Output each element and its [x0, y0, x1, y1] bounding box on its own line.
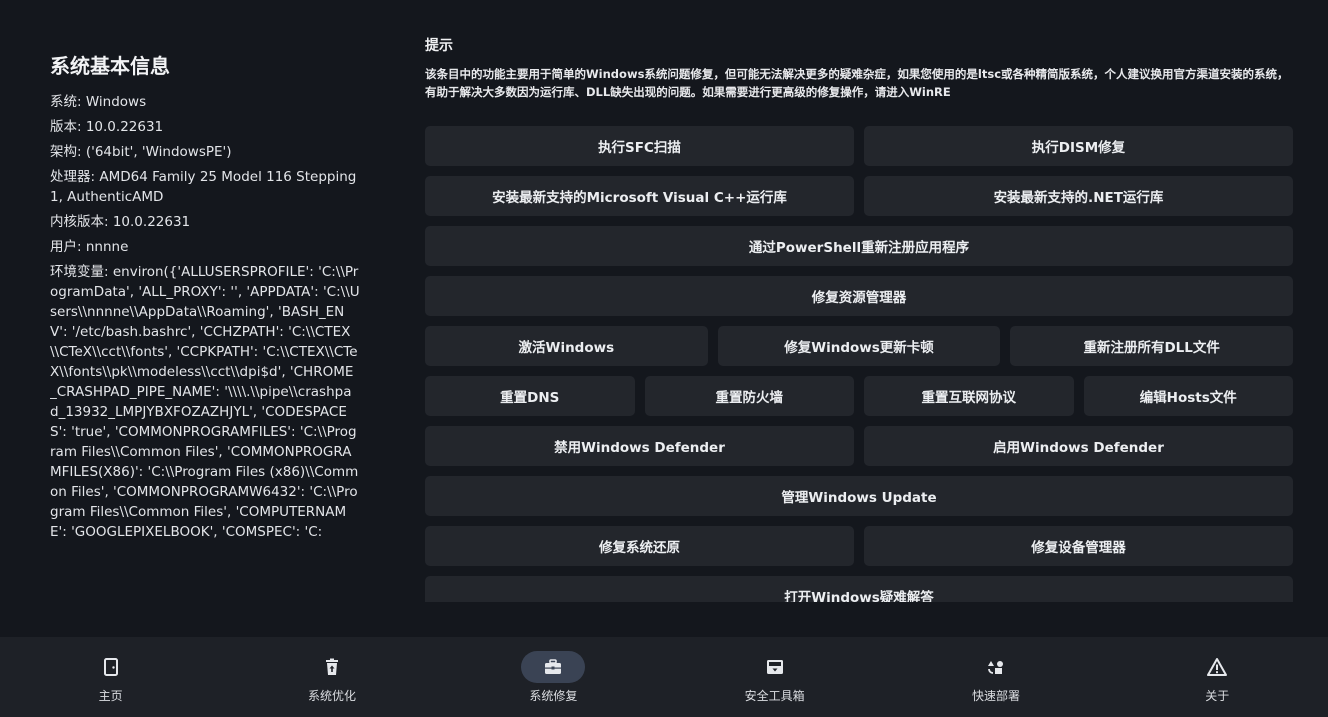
nav-item-optimize[interactable]: 系统优化 [221, 637, 442, 717]
warning-icon [1185, 651, 1249, 683]
info-version: 版本: 10.0.22631 [50, 119, 164, 135]
disable-defender-button[interactable]: 禁用Windows Defender [425, 426, 854, 466]
shapes-icon [964, 651, 1028, 683]
nav-item-repair[interactable]: 系统修复 [443, 637, 664, 717]
safe-box-icon [743, 651, 807, 683]
info-arch: 架构: ('64bit', 'WindowsPE') [50, 144, 232, 160]
reset-dns-button[interactable]: 重置DNS [425, 376, 635, 416]
nav-item-security[interactable]: 安全工具箱 [664, 637, 885, 717]
fix-update-stuck-button[interactable]: 修复Windows更新卡顿 [717, 326, 1001, 366]
powershell-reregister-button[interactable]: 通过PowerShell重新注册应用程序 [425, 226, 1293, 266]
door-icon [79, 651, 143, 683]
install-vcpp-button[interactable]: 安装最新支持的Microsoft Visual C++运行库 [425, 176, 854, 216]
info-processor: 处理器: AMD64 Family 25 Model 116 Stepping … [50, 169, 357, 205]
bottom-navigation: 主页 系统优化 系统修复 安全工具箱 快速部署 关于 [0, 637, 1328, 717]
toolbox-icon [521, 651, 586, 683]
info-env: 环境变量: environ({'ALLUSERSPROFILE': 'C:\\P… [50, 264, 360, 540]
nav-label-home: 主页 [98, 689, 123, 703]
reregister-dll-button[interactable]: 重新注册所有DLL文件 [1010, 326, 1293, 366]
nav-item-home[interactable]: 主页 [0, 637, 221, 717]
system-info-panel: 系统基本信息 系统: Windows 版本: 10.0.22631 架构: ('… [50, 52, 360, 587]
info-user: 用户: nnnne [50, 239, 129, 255]
tip-text: 该条目中的功能主要用于简单的Windows系统问题修复，但可能无法解决更多的疑难… [425, 67, 1289, 99]
dism-repair-button[interactable]: 执行DISM修复 [864, 126, 1293, 166]
edit-hosts-button[interactable]: 编辑Hosts文件 [1083, 376, 1293, 416]
nav-label-optimize: 系统优化 [307, 689, 356, 703]
activate-windows-button[interactable]: 激活Windows [425, 326, 708, 366]
trash-icon [300, 651, 364, 683]
sfc-scan-button[interactable]: 执行SFC扫描 [425, 126, 854, 166]
reset-firewall-button[interactable]: 重置防火墙 [644, 376, 854, 416]
info-kernel: 内核版本: 10.0.22631 [50, 214, 191, 230]
enable-defender-button[interactable]: 启用Windows Defender [864, 426, 1293, 466]
install-dotnet-button[interactable]: 安装最新支持的.NET运行库 [864, 176, 1293, 216]
nav-label-deploy: 快速部署 [971, 689, 1020, 703]
reset-internet-button[interactable]: 重置互联网协议 [864, 376, 1074, 416]
nav-item-deploy[interactable]: 快速部署 [885, 637, 1106, 717]
tip-title: 提示 [425, 38, 453, 54]
nav-label-security: 安全工具箱 [744, 689, 805, 703]
repair-restore-button[interactable]: 修复系统还原 [425, 526, 854, 566]
info-os: 系统: Windows [50, 94, 147, 110]
nav-label-about: 关于 [1205, 689, 1230, 703]
system-info-title: 系统基本信息 [50, 54, 170, 78]
tip-section: 提示 该条目中的功能主要用于简单的Windows系统问题修复，但可能无法解决更多… [425, 36, 1293, 101]
repair-button-list[interactable]: 执行SFC扫描 执行DISM修复 安装最新支持的Microsoft Visual… [425, 126, 1293, 602]
troubleshoot-button[interactable]: 打开Windows疑难解答 [425, 576, 1293, 602]
nav-item-about[interactable]: 关于 [1107, 637, 1328, 717]
manage-update-button[interactable]: 管理Windows Update [425, 476, 1293, 516]
repair-device-manager-button[interactable]: 修复设备管理器 [864, 526, 1293, 566]
repair-explorer-button[interactable]: 修复资源管理器 [425, 276, 1293, 316]
nav-label-repair: 系统修复 [529, 689, 578, 703]
